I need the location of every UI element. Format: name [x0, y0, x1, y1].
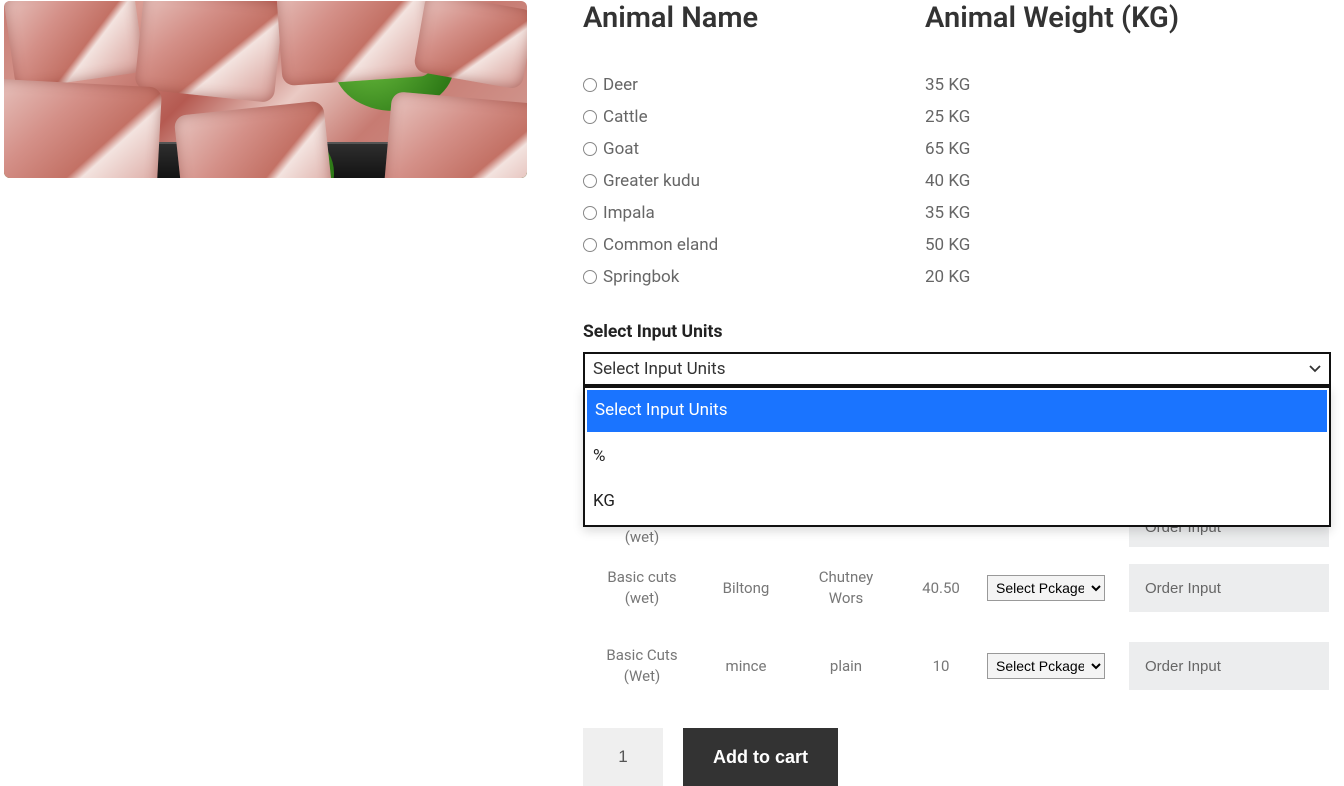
- animal-radio-common-eland[interactable]: Common eland: [583, 232, 925, 258]
- cell-price: 10: [901, 657, 981, 675]
- cell-type: mince: [701, 657, 791, 675]
- select-units-options[interactable]: Select Input Units%KG: [583, 386, 1331, 527]
- cell-flavour-sub: Wors: [829, 589, 863, 607]
- animal-radio-input[interactable]: [583, 78, 597, 92]
- cell-cut-sub: (wet): [625, 589, 660, 607]
- animal-radio-label: Springbok: [603, 265, 679, 291]
- animal-weight-value: 20 KG: [925, 264, 1343, 290]
- cell-flavour: Chutney: [819, 568, 873, 586]
- cell-cut-sub: (Wet): [624, 667, 660, 685]
- animal-radio-label: Common eland: [603, 233, 718, 259]
- table-row: Basic cuts (wet) Biltong Chutney Wors 40.50 Se…: [583, 554, 1343, 632]
- cell-cut: Basic Cuts: [606, 646, 677, 664]
- animal-radio-label: Cattle: [603, 105, 648, 131]
- heading-animal-weight: Animal Weight (KG): [925, 0, 1343, 36]
- animal-weight-value: 65 KG: [925, 136, 1343, 162]
- animal-radio-impala[interactable]: Impala: [583, 200, 925, 226]
- product-image: [4, 1, 527, 178]
- select-units-label: Select Input Units: [583, 322, 1343, 342]
- animal-weight-value: 35 KG: [925, 200, 1343, 226]
- animal-radio-input[interactable]: [583, 270, 597, 284]
- animal-radio-springbok[interactable]: Springbok: [583, 264, 925, 290]
- animal-weight-value: 40 KG: [925, 168, 1343, 194]
- cell-price: 40.50: [901, 579, 981, 597]
- order-input-button[interactable]: Order Input: [1129, 564, 1329, 612]
- chevron-down-icon: [1309, 365, 1321, 373]
- animal-radio-input[interactable]: [583, 206, 597, 220]
- order-input-button[interactable]: Order Input: [1129, 642, 1329, 690]
- animal-radio-deer[interactable]: Deer: [583, 72, 925, 98]
- select-units-option[interactable]: %: [585, 434, 1329, 480]
- cell-cut-sub: (wet): [625, 528, 660, 546]
- quantity-input[interactable]: [583, 728, 663, 786]
- cell-type: Biltong: [701, 579, 791, 597]
- animal-radio-input[interactable]: [583, 238, 597, 252]
- animal-radio-input[interactable]: [583, 174, 597, 188]
- cell-flavour: plain: [830, 657, 862, 675]
- animal-radio-goat[interactable]: Goat: [583, 136, 925, 162]
- package-select[interactable]: Select Pckage: [987, 575, 1105, 601]
- animal-weight-value: 50 KG: [925, 232, 1343, 258]
- animal-radio-label: Goat: [603, 137, 639, 163]
- package-select[interactable]: Select Pckage: [987, 653, 1105, 679]
- animal-radio-label: Greater kudu: [603, 169, 700, 195]
- animal-weight-value: 25 KG: [925, 104, 1343, 130]
- animal-radio-cattle[interactable]: Cattle: [583, 104, 925, 130]
- animal-radio-label: Deer: [603, 73, 638, 99]
- heading-animal-name: Animal Name: [583, 0, 925, 36]
- animal-radio-label: Impala: [603, 201, 655, 227]
- animal-weight-value: 35 KG: [925, 72, 1343, 98]
- add-to-cart-button[interactable]: Add to cart: [683, 728, 838, 786]
- select-units-option[interactable]: KG: [585, 479, 1329, 525]
- animal-radio-greater-kudu[interactable]: Greater kudu: [583, 168, 925, 194]
- table-row: Basic Cuts (Wet) mince plain 10 Select Pckage…: [583, 632, 1343, 710]
- cell-cut: Basic cuts: [607, 568, 676, 586]
- animal-radio-input[interactable]: [583, 142, 597, 156]
- select-units-option[interactable]: Select Input Units: [587, 390, 1327, 432]
- select-units-value: Select Input Units: [593, 359, 726, 379]
- select-units-dropdown[interactable]: Select Input Units: [583, 352, 1331, 386]
- animal-radio-input[interactable]: [583, 110, 597, 124]
